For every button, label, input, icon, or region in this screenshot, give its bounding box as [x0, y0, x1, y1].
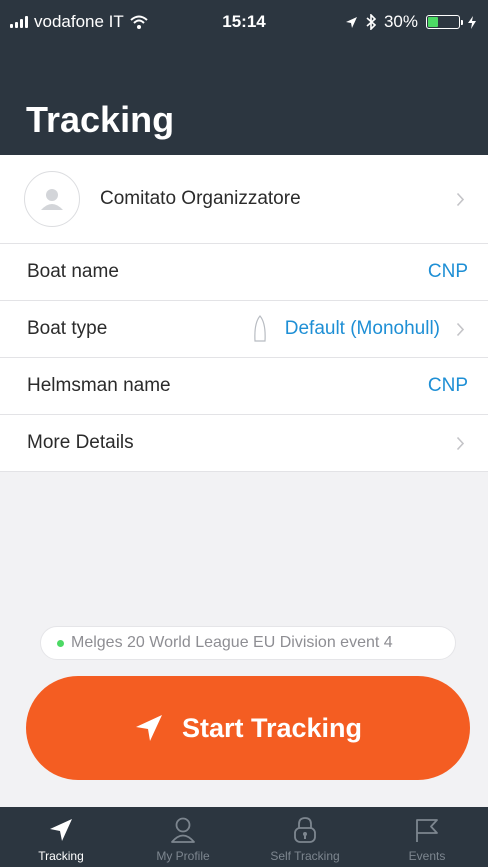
flag-icon: [416, 819, 438, 842]
profile-row[interactable]: Comitato Organizzatore: [0, 155, 488, 244]
battery-icon: [426, 15, 463, 29]
chevron-right-icon: [452, 321, 468, 337]
tracking-details-list: Comitato Organizzatore Boat name CNP Boa…: [0, 155, 488, 472]
person-icon: [171, 817, 195, 843]
battery-fill: [428, 17, 438, 27]
header: vodafone IT 15:14 30% Tracking: [0, 0, 488, 155]
boat-name-row[interactable]: Boat name CNP: [0, 244, 488, 301]
lock-icon: [294, 817, 316, 843]
chevron-right-icon: [452, 191, 468, 207]
location-icon: [345, 16, 357, 28]
tab-label: Self Tracking: [270, 849, 340, 863]
boat-name-value: CNP: [427, 261, 468, 282]
more-details-label: More Details: [27, 432, 134, 453]
tab-label: My Profile: [156, 849, 210, 863]
battery-percent: 30%: [383, 12, 418, 31]
start-tracking-label: Start Tracking: [181, 712, 363, 743]
event-name: Melges 20 World League EU Division event…: [71, 634, 393, 651]
event-selector[interactable]: Melges 20 World League EU Division event…: [40, 626, 456, 660]
tab-tracking[interactable]: Tracking: [0, 807, 122, 867]
event-status-dot: [57, 639, 64, 647]
tab-my-profile[interactable]: My Profile: [122, 807, 244, 867]
tab-bar: Tracking My Profile Self Tracking Events: [0, 807, 488, 867]
chevron-right-icon: [452, 435, 468, 451]
helmsman-name-row[interactable]: Helmsman name CNP: [0, 358, 488, 415]
boat-type-value: Default (Monohull): [284, 318, 440, 339]
boat-icon: [253, 315, 267, 343]
page-title: Tracking: [26, 99, 175, 140]
bluetooth-icon: [366, 14, 376, 30]
charging-icon: [468, 15, 476, 29]
status-right: 30%: [345, 12, 476, 32]
navigation-arrow-icon: [50, 819, 72, 841]
navigation-arrow-icon: [135, 715, 162, 741]
tab-label: Events: [408, 849, 446, 863]
tab-label: Tracking: [38, 849, 84, 863]
status-bar: vodafone IT 15:14 30%: [0, 0, 488, 44]
helmsman-name-value: CNP: [427, 375, 468, 396]
boat-type-row[interactable]: Boat type Default (Monohull): [0, 301, 488, 358]
tab-self-tracking[interactable]: Self Tracking: [244, 807, 366, 867]
tab-events[interactable]: Events: [366, 807, 488, 867]
avatar-icon: [41, 189, 63, 210]
avatar: [24, 171, 80, 227]
helmsman-name-label: Helmsman name: [27, 375, 171, 396]
profile-name: Comitato Organizzatore: [100, 188, 301, 209]
boat-name-label: Boat name: [27, 261, 119, 282]
more-details-row[interactable]: More Details: [0, 415, 488, 472]
start-tracking-button[interactable]: Start Tracking: [26, 676, 470, 780]
boat-type-label: Boat type: [27, 318, 108, 339]
